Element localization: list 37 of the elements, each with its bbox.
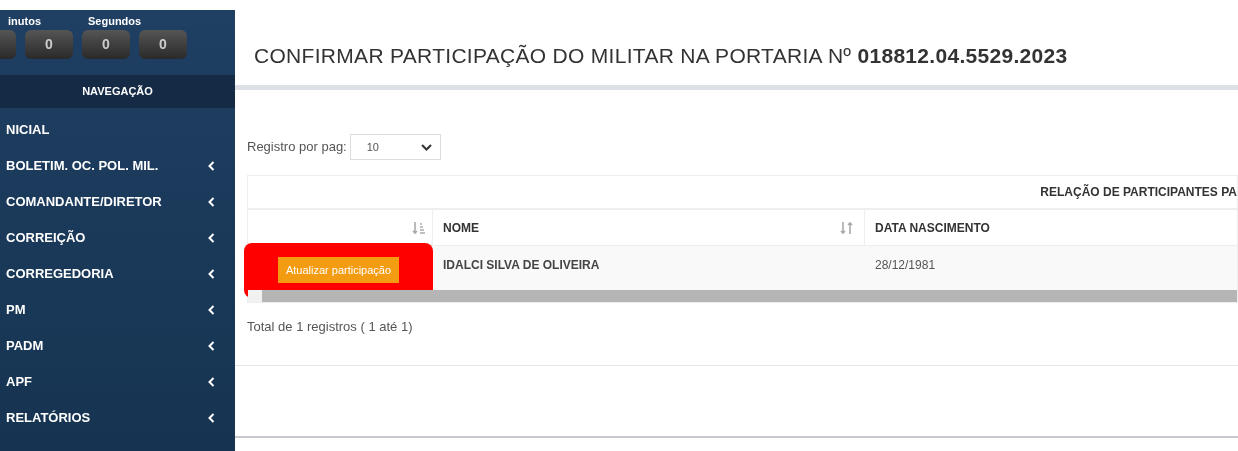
timer-digit: 0 xyxy=(139,30,187,59)
table-cell-text: IDALCI SILVA DE OLIVEIRA xyxy=(443,257,600,274)
total-records-text: Total de 1 registros ( 1 até 1) xyxy=(247,318,414,336)
page-size-select[interactable]: 10 xyxy=(349,134,441,160)
nav-item[interactable]: BOLETIM. OC. POL. MIL. xyxy=(0,148,235,184)
sort-icon[interactable] xyxy=(840,220,854,235)
chevron-left-icon xyxy=(208,233,215,243)
timer-label: Segundos xyxy=(88,13,142,29)
nav-item[interactable]: APF xyxy=(0,364,235,400)
table-header-cell[interactable]: NOME xyxy=(433,210,865,245)
chevron-left-icon xyxy=(208,269,215,279)
chevron-left-icon xyxy=(208,161,215,171)
table-caption: RELAÇÃO DE PARTICIPANTES PA xyxy=(1040,183,1237,201)
chevron-down-icon xyxy=(420,143,432,151)
timer-digit-box xyxy=(0,30,16,59)
nav-item[interactable]: RELATÓRIOS xyxy=(0,400,235,436)
nav-item[interactable]: NICIAL xyxy=(0,112,235,148)
nav-item[interactable]: CORREIÇÃO xyxy=(0,220,235,256)
chevron-left-icon xyxy=(208,305,215,315)
chevron-left-icon xyxy=(208,341,215,351)
nav-item[interactable]: PADM xyxy=(0,328,235,364)
chevron-left-icon xyxy=(208,197,215,207)
nav-item[interactable]: CORREGEDORIA xyxy=(0,256,235,292)
timer-digit: 0 xyxy=(25,30,73,59)
table-header-cell-text: DATA NASCIMENTO xyxy=(874,219,991,237)
page-size-label: Registro por pag: xyxy=(247,138,347,157)
page-title: CONFIRMAR PARTICIPAÇÃO DO MILITAR NA PORTARIA Nº 018812.04.5529.2023 xyxy=(254,42,1068,69)
horizontal-scrollbar[interactable] xyxy=(248,290,1237,302)
sort-icon[interactable] xyxy=(412,220,426,235)
sidebar-header: NAVEGAÇÃO xyxy=(0,75,235,108)
nav-item[interactable]: PM xyxy=(0,292,235,328)
timer-label: inutos xyxy=(8,13,42,29)
chevron-left-icon xyxy=(208,413,215,423)
chevron-left-icon xyxy=(208,377,215,387)
nav-item[interactable]: COMANDANTE/DIRETOR xyxy=(0,184,235,220)
timer-digit: 0 xyxy=(82,30,130,59)
table-cell-text: 28/12/1981 xyxy=(875,257,936,274)
